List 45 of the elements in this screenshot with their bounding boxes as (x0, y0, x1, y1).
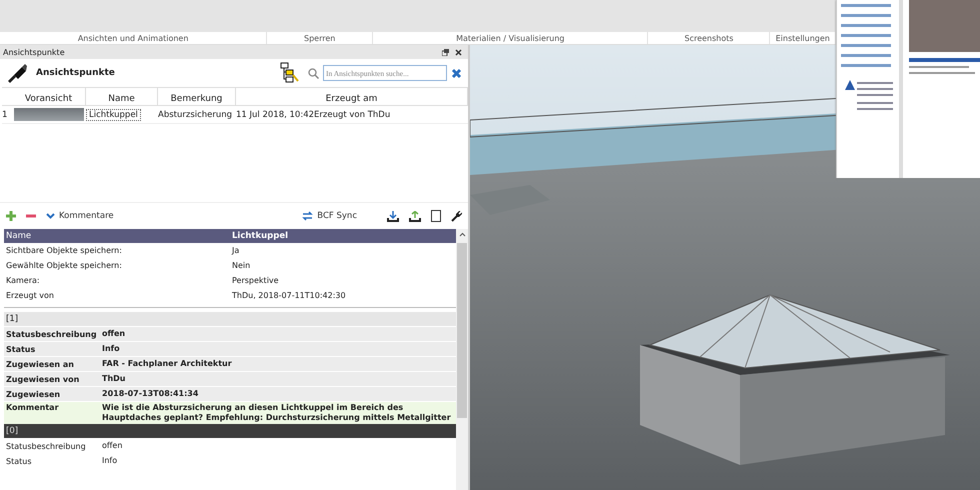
property-header-label: Name (5, 231, 32, 241)
panel-title: Ansichtspunkte (3, 48, 65, 56)
ribbon-group-label: Screenshots (684, 34, 734, 42)
property-label: Sichtbare Objekte speichern: (5, 246, 123, 255)
comment-field-label: Kommentar (5, 403, 60, 412)
property-label: Kamera: (5, 276, 41, 285)
column-header[interactable]: Erzeugt am (326, 94, 378, 104)
comment-field-label: Zugewiesen von (5, 374, 80, 384)
comment-field-label: Status (5, 344, 36, 354)
table-cell: Absturzsicherung (158, 110, 232, 120)
comment-field-value: Info (101, 344, 121, 354)
property-value: Nein (231, 261, 252, 270)
property-label: Gewählte Objekte speichern: (5, 261, 123, 270)
property-value: ThDu, 2018-07-11T10:42:30 (231, 291, 347, 300)
column-header[interactable]: Voransicht (24, 94, 72, 104)
ribbon-group-label: Ansichten und Animationen (78, 34, 188, 42)
ribbon-group-label: Einstellungen (776, 34, 830, 42)
comment-field-value: offen (101, 329, 126, 339)
column-header[interactable]: Name (108, 94, 135, 104)
comment-field-value: Wie ist die Absturzsicherung an diesen Lichtkuppel im Bereich des Hauptdaches geplant? Empfehlung: Durchsturzsicherung mittels Metallgitter (101, 403, 452, 423)
table-cell: 11 Jul 2018, 10:42Erzeugt von ThDu (236, 110, 390, 120)
comment-header[interactable]: [1] (4, 312, 456, 326)
property-label: Erzeugt von (5, 291, 55, 300)
comment-field-label: Statusbeschreibung (5, 442, 87, 450)
comment-field-label: Status (5, 456, 32, 466)
comment-field-value: Info (101, 456, 118, 466)
row-number: 1 (2, 110, 8, 120)
property-header-value: Lichtkuppel (231, 231, 290, 241)
property-value: Perspektive (231, 276, 280, 285)
comment-field-value: FAR - Fachplaner Architektur (101, 359, 233, 369)
column-header[interactable]: Bemerkung (170, 94, 222, 104)
comment-field-value: 2018-07-13T08:41:34 (101, 389, 200, 399)
comments-toggle[interactable]: Kommentare (46, 211, 114, 221)
comment-field-label: Zugewiesen an (5, 360, 75, 368)
property-value: Ja (230, 246, 240, 255)
comment-field-value: offen (101, 441, 124, 451)
ribbon-group-label: Materialien / Visualisierung (456, 34, 564, 42)
panel-heading: Ansichtspunkte (36, 68, 116, 78)
comment-field-label: Zugewiesen (5, 390, 62, 398)
comment-field-label: Statusbeschreibung (5, 330, 98, 338)
bcf-sync-button[interactable]: BCF Sync (302, 211, 357, 221)
table-cell: Lichtkuppel (86, 108, 141, 120)
comment-header[interactable]: [0] (4, 424, 456, 438)
ribbon-group-label: Sperren (304, 34, 336, 42)
comment-field-value: ThDu (101, 374, 126, 384)
